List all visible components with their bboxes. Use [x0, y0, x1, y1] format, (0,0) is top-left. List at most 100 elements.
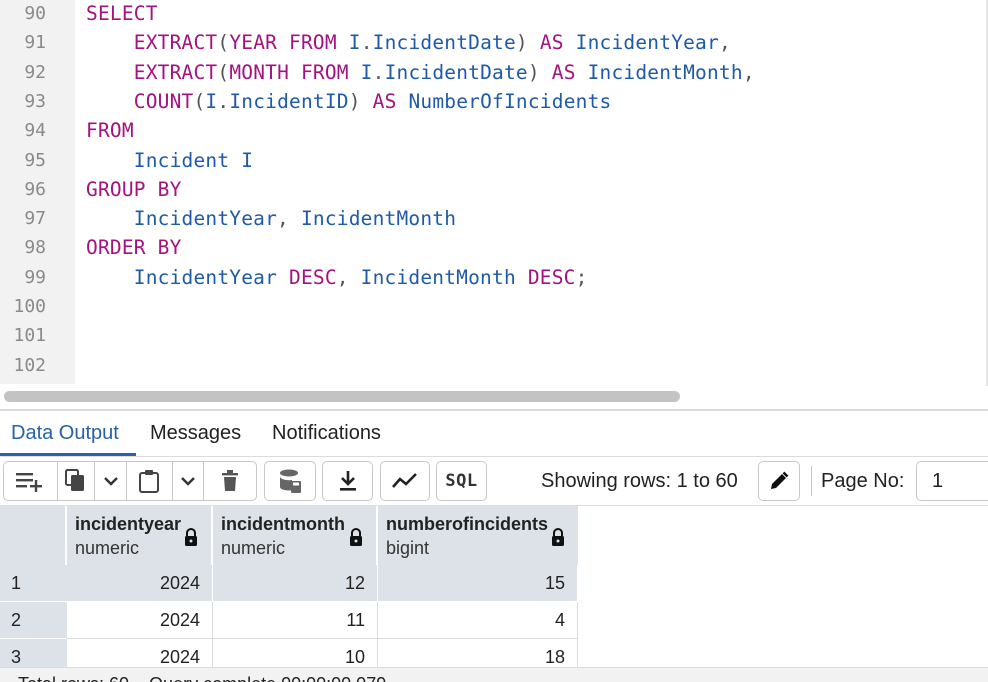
- sql-keyword: DESC: [527, 265, 576, 289]
- table-row[interactable]: 1 2024 12 15: [0, 565, 578, 602]
- code-line[interactable]: EXTRACT(MONTH FROM I.IncidentDate) AS In…: [86, 58, 755, 87]
- sql-editor[interactable]: 90 91 92 93 94 95 96 97 98 99 100 101 102 SELECT EXT…: [0, 0, 988, 386]
- download-button[interactable]: [323, 462, 372, 500]
- sql-keyword: MONTH: [229, 60, 290, 84]
- table-cell[interactable]: 10: [213, 639, 378, 667]
- download-group: [322, 461, 373, 501]
- code-token: .: [372, 60, 385, 84]
- sql-keyword: AS: [539, 31, 564, 55]
- sql-identifier: I: [205, 89, 218, 113]
- row-number[interactable]: 1: [0, 565, 67, 602]
- chevron-down-icon: [103, 477, 118, 486]
- sql-keyword: FROM: [289, 31, 337, 55]
- tab-messages[interactable]: Messages: [150, 420, 241, 446]
- code-line[interactable]: IncidentYear DESC, IncidentMonth DESC;: [86, 263, 588, 292]
- sql-keyword: YEAR: [229, 31, 278, 55]
- code-line[interactable]: IncidentYear, IncidentMonth: [86, 204, 456, 233]
- table-row[interactable]: 2 2024 11 4: [0, 602, 578, 639]
- sql-identifier: IncidentYear: [133, 265, 278, 289]
- code-token: ;: [575, 265, 588, 289]
- code-token: (: [193, 89, 206, 113]
- sql-keyword: EXTRACT: [133, 31, 218, 55]
- graph-visualiser-button[interactable]: [381, 462, 429, 500]
- page-number-input[interactable]: 1: [916, 461, 988, 501]
- sql-identifier: IncidentDate: [372, 31, 516, 55]
- table-cell[interactable]: 15: [378, 565, 578, 602]
- add-row-button[interactable]: [4, 462, 58, 500]
- page-number-label: Page No:: [821, 470, 905, 492]
- table-cell[interactable]: 12: [213, 565, 378, 602]
- line-number: 94: [24, 120, 46, 142]
- sql-identifier: IncidentMonth: [575, 60, 743, 84]
- code-line[interactable]: ORDER BY: [86, 233, 182, 262]
- sql-button[interactable]: SQL: [437, 462, 486, 500]
- code-token: (: [217, 31, 230, 55]
- column-type: bigint: [386, 538, 430, 558]
- editor-scrollbar-thumb[interactable]: [4, 391, 680, 402]
- sql-label: SQL: [445, 471, 478, 491]
- column-header-incidentmonth[interactable]: incidentmonth numeric: [213, 506, 378, 565]
- status-bar: Total rows: 60 Query complete 00:00:00.0…: [0, 667, 988, 682]
- line-number: 91: [24, 32, 46, 54]
- table-cell[interactable]: 18: [378, 639, 578, 667]
- row-number-header[interactable]: [0, 506, 67, 565]
- sql-identifier: I: [348, 60, 373, 84]
- code-line[interactable]: FROM: [86, 116, 134, 145]
- sql-keyword: DESC: [289, 265, 337, 289]
- add-row-icon: [16, 473, 43, 492]
- table-cell[interactable]: 2024: [67, 639, 213, 667]
- sql-keyword: EXTRACT: [133, 60, 218, 84]
- sql-identifier: IncidentID: [229, 89, 349, 113]
- code-line[interactable]: COUNT(I.IncidentID) AS NumberOfIncidents: [86, 87, 611, 116]
- code-line[interactable]: EXTRACT(YEAR FROM I.IncidentDate) AS Inc…: [86, 28, 731, 57]
- tab-data-output[interactable]: Data Output: [11, 420, 119, 446]
- paste-options-dropdown[interactable]: [173, 462, 205, 500]
- table-cell[interactable]: 4: [378, 602, 578, 639]
- pencil-icon: [771, 471, 789, 489]
- results-toolbar: SQL Showing rows: 1 to 60 Page No: 1: [0, 458, 988, 506]
- line-number: 98: [24, 237, 46, 259]
- sql-keyword: SELECT: [86, 2, 158, 25]
- edit-rows-range-button[interactable]: [758, 461, 800, 501]
- delete-button[interactable]: [204, 462, 256, 500]
- active-tab-indicator: [0, 453, 136, 456]
- copy-button[interactable]: [58, 462, 96, 500]
- column-header-incidentyear[interactable]: incidentyear numeric: [67, 506, 213, 565]
- code-token: ,: [277, 207, 289, 231]
- table-cell[interactable]: 11: [213, 602, 378, 639]
- copy-options-dropdown[interactable]: [95, 462, 128, 500]
- column-header-numberofincidents[interactable]: numberofincidents bigint: [378, 506, 578, 565]
- sql-identifier: IncidentYear: [563, 31, 719, 55]
- save-data-button[interactable]: [265, 462, 315, 500]
- paste-button[interactable]: [127, 462, 173, 500]
- table-row[interactable]: 3 2024 10 18: [0, 639, 578, 667]
- tab-notifications[interactable]: Notifications: [272, 420, 381, 446]
- code-token: .: [217, 89, 230, 113]
- sql-identifier: I: [336, 31, 361, 55]
- table-cell[interactable]: 2024: [67, 602, 213, 639]
- column-name: incidentmonth: [221, 514, 345, 534]
- line-number: 102: [13, 354, 46, 376]
- code-token: ): [515, 31, 528, 55]
- sql-identifier: IncidentMonth: [348, 265, 516, 289]
- code-line[interactable]: Incident I: [86, 146, 253, 175]
- line-number: 100: [13, 296, 46, 317]
- line-number: 96: [24, 178, 46, 200]
- table-cell[interactable]: 2024: [67, 565, 213, 602]
- row-number[interactable]: 2: [0, 602, 67, 639]
- line-number: 101: [13, 325, 46, 347]
- code-line[interactable]: GROUP BY: [86, 175, 182, 204]
- sql-identifier: IncidentYear: [133, 207, 278, 231]
- row-number[interactable]: 3: [0, 639, 67, 667]
- code-token: ,: [336, 265, 349, 289]
- code-line[interactable]: SELECT: [86, 0, 158, 28]
- column-name: numberofincidents: [386, 514, 549, 534]
